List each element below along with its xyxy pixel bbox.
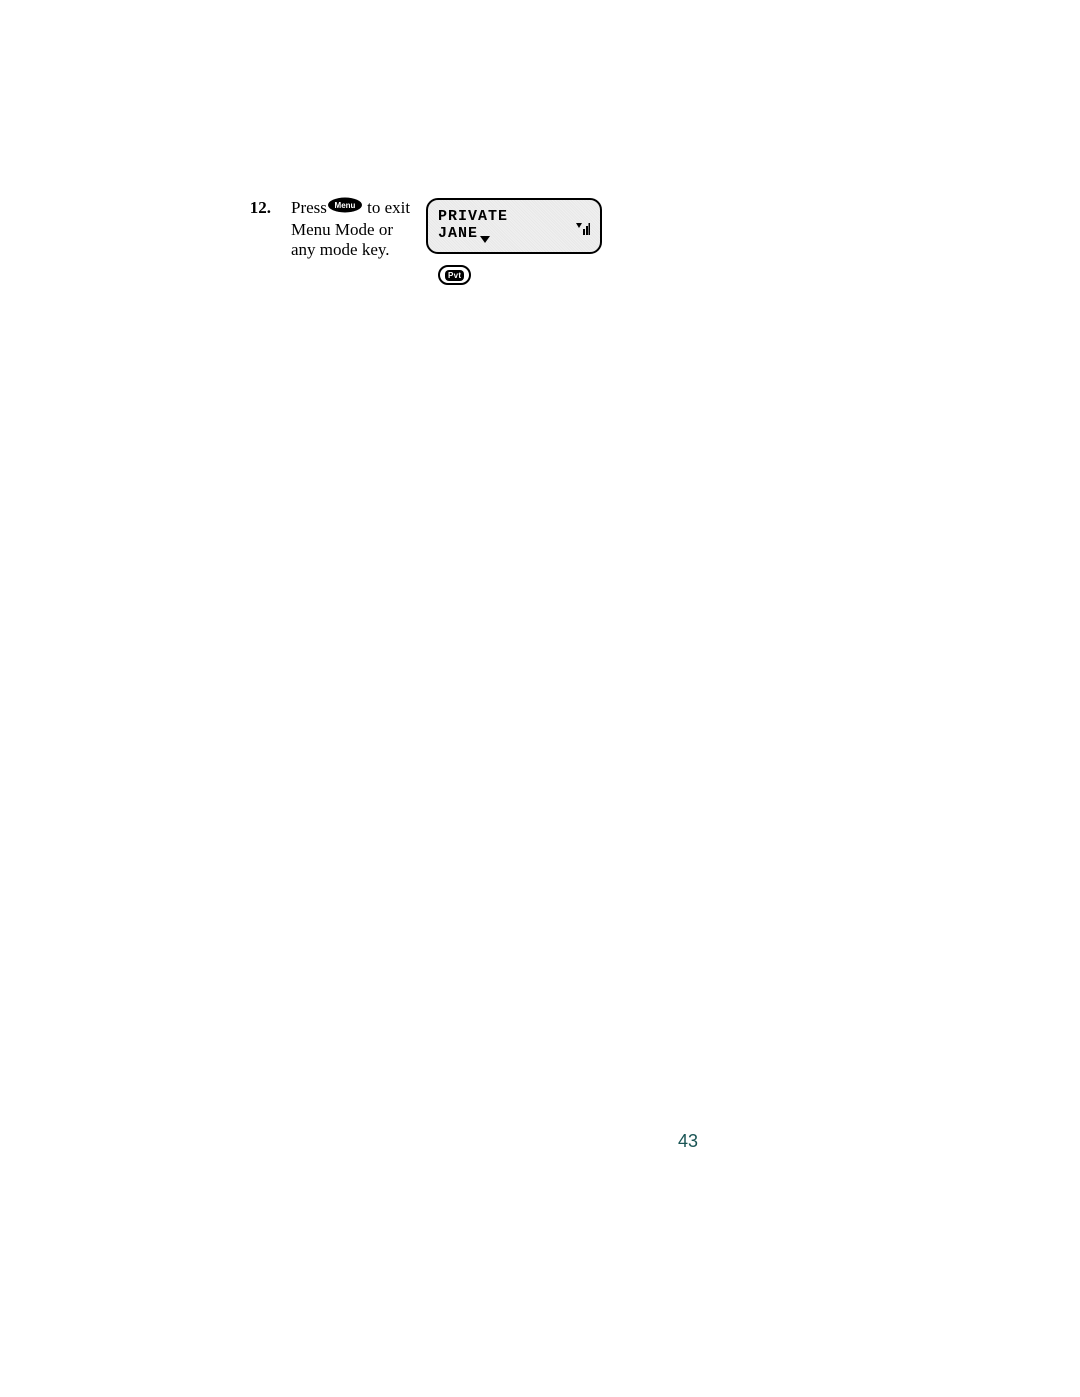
instruction-step: 12. PressMenu to exit Menu Mode or any m…: [243, 198, 421, 261]
down-arrow-icon: [480, 231, 490, 249]
step-number: 12.: [243, 198, 271, 218]
menu-button-icon: Menu: [327, 197, 363, 218]
lcd-row-2: JANE: [438, 225, 590, 243]
page-number: 43: [678, 1131, 698, 1152]
signal-strength-icon: [576, 222, 590, 240]
step-text-before: Press: [291, 198, 327, 217]
pvt-badge: Pvt: [438, 265, 471, 285]
lcd-line-1: PRIVATE: [438, 209, 590, 226]
menu-button-label: Menu: [334, 201, 355, 210]
step-text: PressMenu to exit Menu Mode or any mode …: [291, 198, 421, 261]
lcd-line-2: JANE: [438, 226, 478, 243]
lcd-display: PRIVATE JANE: [426, 198, 602, 254]
pvt-badge-label: Pvt: [445, 270, 464, 281]
